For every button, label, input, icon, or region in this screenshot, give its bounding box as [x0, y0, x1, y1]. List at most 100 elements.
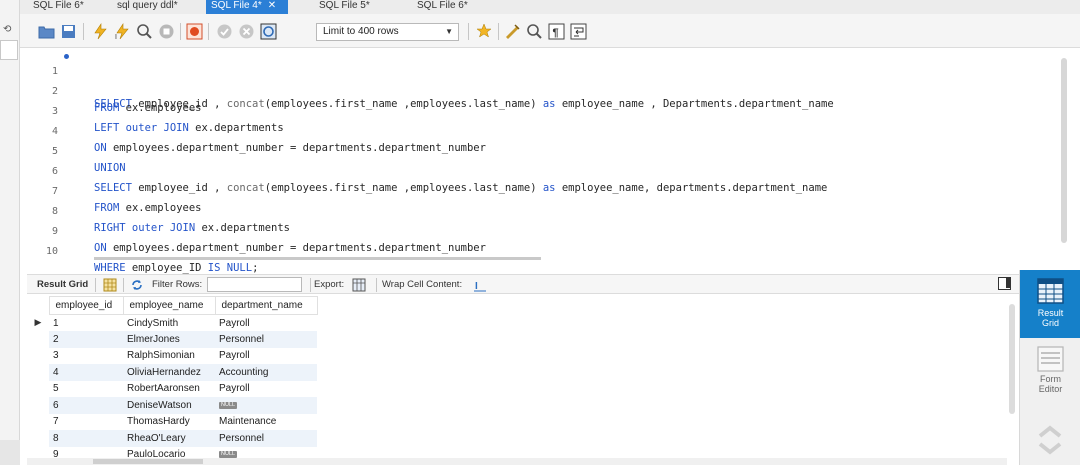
table-row[interactable]: 6 DeniseWatson NULL [27, 397, 317, 414]
cell-employee-name[interactable]: RobertAaronsen [123, 381, 215, 398]
rollback-icon[interactable] [238, 23, 255, 40]
code-text: RIGHT outer JOIN ex.departments [94, 220, 290, 236]
editor-horizontal-scrollbar[interactable] [94, 257, 541, 260]
code-text: LEFT outer JOIN ex.departments [94, 120, 284, 136]
left-sidebar-strip: ⟲ [0, 0, 20, 465]
wrap-cell-icon[interactable]: I [473, 278, 487, 292]
cell-department-name[interactable]: Maintenance [215, 414, 317, 431]
editor-vertical-scrollbar[interactable] [1060, 58, 1068, 258]
table-row[interactable]: 3 RalphSimonian Payroll [27, 347, 317, 365]
result-grid-view-button[interactable]: Result Grid [1020, 270, 1080, 338]
current-row-arrow-icon: ▶ [27, 314, 49, 331]
autocommit-icon[interactable] [260, 23, 277, 40]
cell-employee-name[interactable]: ThomasHardy [123, 414, 215, 431]
sql-keyword: as [542, 182, 556, 194]
cell-department-name[interactable]: Personnel [215, 430, 317, 447]
code-line: 6 SELECT employee_id , concat(employees.… [20, 148, 827, 194]
form-editor-view-button[interactable]: Form Editor [1020, 342, 1080, 400]
tab-sql-file-5[interactable]: SQL File 5* [314, 0, 384, 14]
cell-employee-id[interactable]: 3 [49, 348, 123, 365]
limit-rows-select[interactable]: Limit to 400 rows ▼ [316, 23, 459, 41]
commit-icon[interactable] [216, 23, 233, 40]
toggle-panel-icon[interactable] [998, 277, 1011, 290]
sidebar-bottom-panel [0, 440, 20, 465]
invisible-chars-icon[interactable]: ¶ [548, 23, 565, 40]
save-icon[interactable] [60, 23, 77, 40]
sql-keyword: ON [94, 242, 107, 254]
table-row[interactable]: ▶ 1 CindySmith Payroll [27, 314, 317, 332]
table-row[interactable]: 7 ThomasHardy Maintenance [27, 413, 317, 431]
code-line: 8 RIGHT outer JOIN ex.departments [20, 188, 290, 234]
cell-department-name[interactable]: Payroll [215, 315, 317, 332]
execute-icon[interactable] [92, 23, 109, 40]
tab-sql-query-ddl[interactable]: sql query ddl* [112, 0, 202, 14]
beautify-icon[interactable] [504, 23, 521, 40]
stop-icon[interactable] [158, 23, 175, 40]
scrollbar-thumb[interactable] [1061, 58, 1067, 243]
cell-employee-name[interactable]: RheaO'Leary [123, 430, 215, 447]
result-toolbar: Result Grid Filter Rows: Export: Wrap Ce… [27, 274, 1019, 294]
column-header-department-name[interactable]: department_name [214, 296, 318, 315]
cell-department-name[interactable]: Payroll [215, 348, 317, 365]
cell-department-name[interactable]: Accounting [215, 364, 317, 381]
open-folder-icon[interactable] [38, 23, 55, 40]
sql-text: (employees.first_name ,employees.last_na… [264, 182, 543, 194]
code-line: 4 ON employees.department_number = depar… [20, 108, 486, 154]
cell-department-name[interactable]: Personnel [215, 331, 317, 348]
column-header-employee-id[interactable]: employee_id [48, 296, 124, 315]
close-tab-icon[interactable]: ✕ [268, 0, 276, 11]
cell-employee-name[interactable]: DeniseWatson [123, 397, 215, 414]
chevron-up-down-icon[interactable] [1020, 420, 1080, 465]
refresh-icon[interactable] [130, 278, 144, 292]
explain-icon[interactable] [136, 23, 153, 40]
code-line: 9 ON employees.department_number = depar… [20, 208, 486, 254]
cell-employee-id[interactable]: 8 [49, 430, 123, 447]
tab-sql-file-6-b[interactable]: SQL File 6* [412, 0, 482, 14]
cell-department-name[interactable]: NULL [215, 397, 317, 414]
cell-employee-id[interactable]: 2 [49, 331, 123, 348]
scrollbar-thumb[interactable] [1009, 304, 1015, 414]
cell-employee-name[interactable]: CindySmith [123, 315, 215, 332]
cell-employee-name[interactable]: RalphSimonian [123, 348, 215, 365]
column-header-employee-name[interactable]: employee_name [122, 296, 216, 315]
cell-employee-name[interactable]: ElmerJones [123, 331, 215, 348]
result-grid-label[interactable]: Result Grid [37, 279, 88, 290]
code-text: UNION [94, 160, 126, 176]
sql-function: concat [226, 98, 265, 110]
refresh-icon[interactable]: ⟲ [3, 24, 11, 35]
grid-horizontal-scrollbar[interactable] [27, 458, 1007, 465]
table-row[interactable]: 2 ElmerJones Personnel [27, 331, 317, 348]
cell-employee-id[interactable]: 4 [49, 364, 123, 381]
cell-department-name[interactable]: Payroll [215, 381, 317, 398]
sql-keyword: FROM [94, 202, 120, 214]
grid-view-icon[interactable] [103, 278, 117, 292]
table-row[interactable]: 8 RheaO'Leary Personnel [27, 430, 317, 447]
sql-editor[interactable]: 1 SELECT employee_id , concat(employees.… [20, 48, 1060, 274]
scrollbar-thumb[interactable] [93, 459, 203, 464]
tab-sql-file-4[interactable]: SQL File 4* ✕ [206, 0, 288, 14]
sql-text: employees.department_number = department… [106, 242, 486, 254]
table-row[interactable]: 5 RobertAaronsen Payroll [27, 380, 317, 398]
statement-marker-icon [64, 54, 69, 59]
row-gutter [27, 397, 49, 414]
bookmark-icon[interactable] [476, 23, 493, 40]
cell-employee-id[interactable]: 5 [49, 381, 123, 398]
svg-text:¶: ¶ [553, 27, 559, 39]
execute-current-icon[interactable]: I [114, 23, 131, 40]
cell-employee-name[interactable]: OliviaHernandez [123, 364, 215, 381]
toggle-error-icon[interactable] [186, 23, 203, 40]
code-text: FROM ex.employees [94, 200, 201, 216]
filter-rows-input[interactable] [207, 277, 302, 292]
cell-employee-id[interactable]: 1 [49, 315, 123, 332]
export-icon[interactable] [352, 278, 366, 292]
sidebar-input[interactable] [0, 40, 18, 60]
table-header-row: employee_id employee_name department_nam… [27, 296, 318, 315]
wrap-icon[interactable] [570, 23, 587, 40]
result-view-dock: Result Grid Form Editor [1019, 270, 1080, 465]
cell-employee-id[interactable]: 6 [49, 397, 123, 414]
find-icon[interactable] [526, 23, 543, 40]
grid-vertical-scrollbar[interactable] [1006, 296, 1018, 456]
table-row[interactable]: 4 OliviaHernandez Accounting [27, 364, 317, 381]
tab-sql-file-6[interactable]: SQL File 6* [28, 0, 90, 14]
cell-employee-id[interactable]: 7 [49, 414, 123, 431]
